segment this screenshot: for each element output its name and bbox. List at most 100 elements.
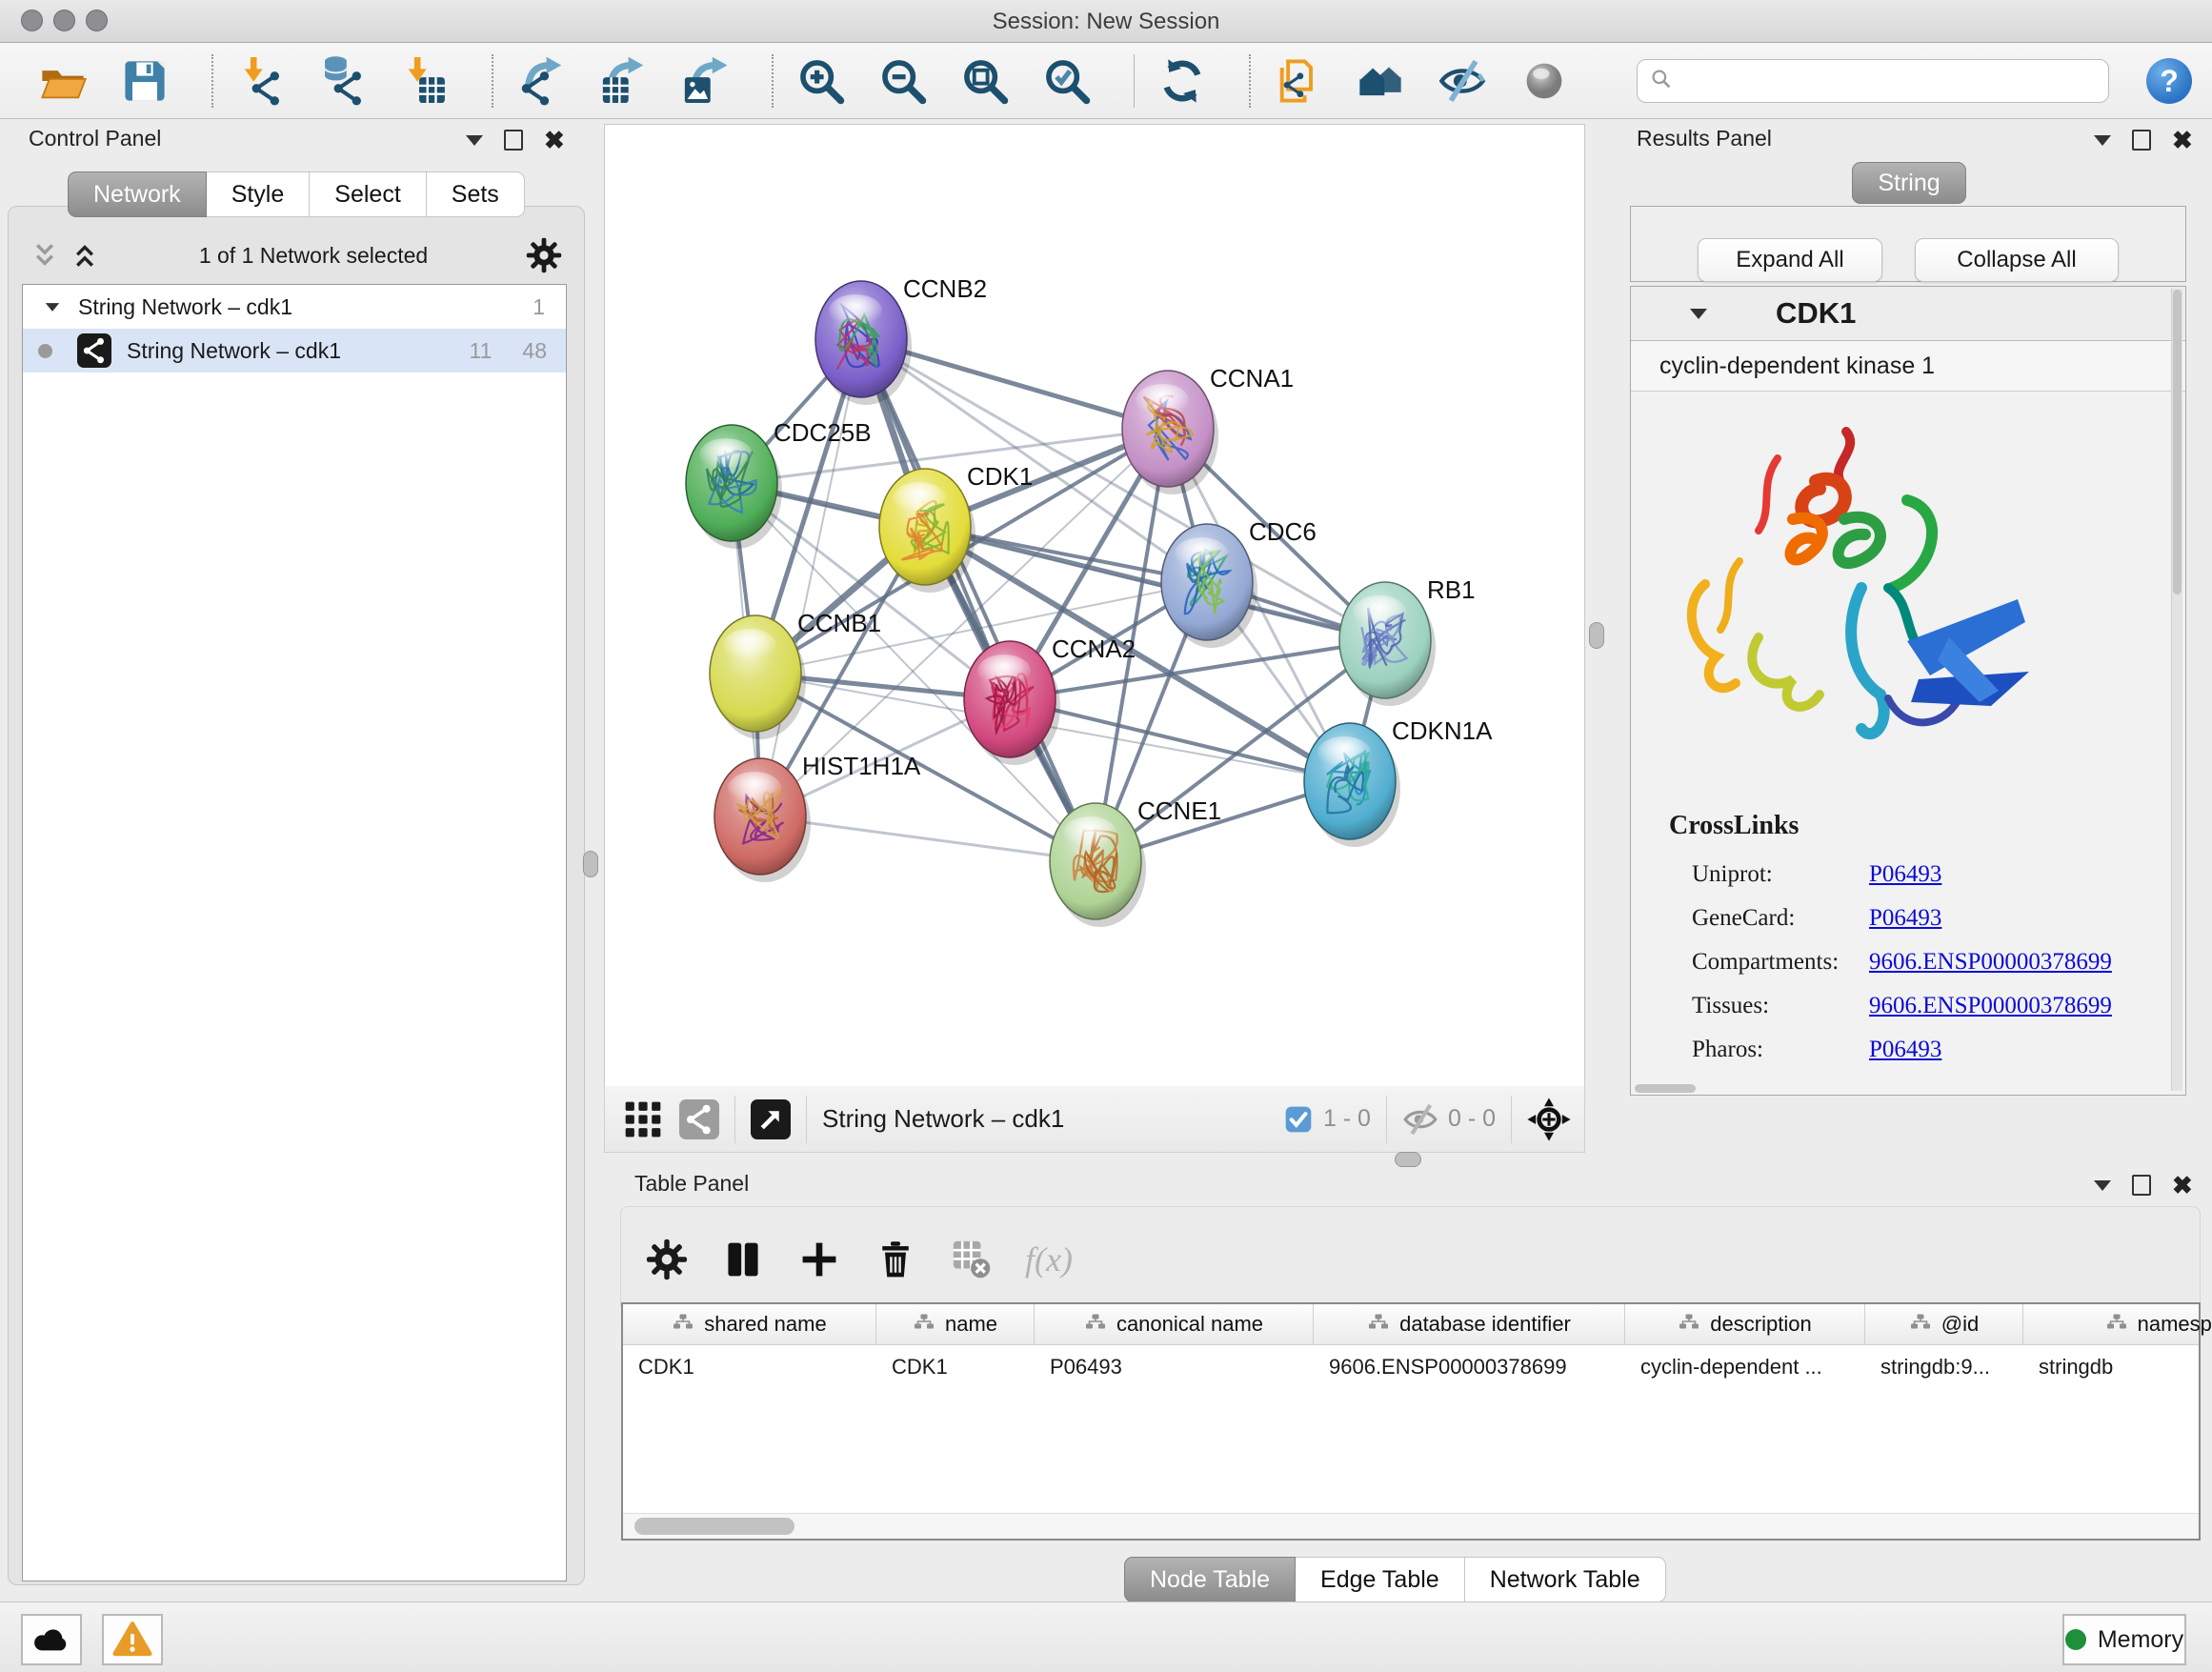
float-panel-icon[interactable]: [2094, 1180, 2111, 1191]
splitter-handle-horizontal[interactable]: [1395, 1152, 1421, 1167]
crosslink-link[interactable]: P06493: [1869, 1037, 1941, 1063]
import-table-from-file-button[interactable]: [396, 52, 453, 110]
tab-network-table[interactable]: Network Table: [1465, 1557, 1666, 1602]
column-header-description[interactable]: description: [1625, 1304, 1865, 1344]
hidden-eye-icon[interactable]: [1402, 1101, 1438, 1138]
add-column-icon[interactable]: [796, 1237, 842, 1282]
tab-network[interactable]: Network: [68, 171, 207, 217]
zoom-in-button[interactable]: [793, 52, 850, 110]
refresh-layout-button[interactable]: [1154, 52, 1211, 110]
zoom-selected-button[interactable]: [1038, 52, 1096, 110]
tree-expand-icon[interactable]: [46, 303, 59, 312]
network-row-selected[interactable]: String Network – cdk1 11 48: [23, 329, 566, 373]
network-node-HIST1H1A[interactable]: HIST1H1A: [714, 752, 921, 882]
close-panel-icon[interactable]: ✖: [2172, 131, 2193, 150]
crosslink-link[interactable]: 9606.ENSP00000378699: [1869, 993, 2112, 1019]
table-cell[interactable]: CDK1: [623, 1345, 876, 1380]
column-header-namespace[interactable]: namespace: [2023, 1304, 2212, 1344]
export-network-button[interactable]: [513, 52, 570, 110]
memory-button[interactable]: Memory: [2062, 1614, 2186, 1665]
tab-edge-table[interactable]: Edge Table: [1296, 1557, 1465, 1602]
show-columns-icon[interactable]: [720, 1237, 766, 1282]
table-cell[interactable]: cyclin-dependent ...: [1625, 1345, 1865, 1380]
table-cell[interactable]: P06493: [1035, 1345, 1314, 1380]
gear-icon[interactable]: [526, 237, 562, 273]
maximize-panel-icon[interactable]: [504, 130, 523, 151]
collapse-all-icon[interactable]: [29, 239, 61, 272]
crosslink-link[interactable]: P06493: [1869, 905, 1941, 932]
export-table-button[interactable]: [594, 52, 652, 110]
network-node-CCNB1[interactable]: CCNB1: [710, 609, 881, 739]
network-node-CDC25B[interactable]: CDC25B: [686, 418, 872, 549]
cloud-button[interactable]: [21, 1614, 82, 1665]
table-cell[interactable]: 9606.ENSP00000378699: [1314, 1345, 1625, 1380]
fit-selected-icon[interactable]: [1527, 1098, 1571, 1141]
network-node-CDC6[interactable]: CDC6: [1161, 517, 1317, 648]
column-header-database-identifier[interactable]: database identifier: [1314, 1304, 1625, 1344]
splitter-handle-right[interactable]: [1589, 622, 1604, 649]
results-scrollbar[interactable]: [2171, 289, 2182, 1091]
tab-select[interactable]: Select: [310, 171, 426, 217]
network-node-CDKN1A[interactable]: CDKN1A: [1304, 716, 1493, 847]
birds-eye-grid-icon[interactable]: [622, 1098, 664, 1140]
float-panel-icon[interactable]: [2094, 135, 2111, 146]
network-node-CCNA1[interactable]: CCNA1: [1122, 364, 1294, 494]
save-session-button[interactable]: [116, 52, 173, 110]
help-button[interactable]: ?: [2146, 58, 2192, 104]
zoom-fit-content-button[interactable]: [956, 52, 1014, 110]
delete-column-icon[interactable]: [873, 1237, 918, 1282]
tab-node-table[interactable]: Node Table: [1124, 1557, 1296, 1602]
results-hscrollbar[interactable]: [1635, 1084, 1696, 1093]
copy-share-document-button[interactable]: [1270, 52, 1327, 110]
collapse-all-button[interactable]: Collapse All: [1915, 238, 2119, 282]
collapse-section-icon[interactable]: [1690, 309, 1707, 319]
import-network-from-database-button[interactable]: [314, 52, 372, 110]
crosslink-link[interactable]: 9606.ENSP00000378699: [1869, 949, 2112, 976]
network-share-icon[interactable]: [679, 1099, 719, 1139]
show-hidden-sphere-button[interactable]: [1516, 52, 1573, 110]
table-cell[interactable]: CDK1: [876, 1345, 1035, 1380]
splitter-handle-left[interactable]: [583, 851, 598, 877]
table-cell[interactable]: stringdb:9...: [1865, 1345, 2023, 1380]
first-neighbors-button[interactable]: [1352, 52, 1409, 110]
network-edge[interactable]: [861, 339, 1096, 861]
network-graph[interactable]: CCNB2 CCNA1 CDC25B CDK1 CDC6 RB1 CCNB1 C…: [605, 125, 1584, 1087]
expand-all-icon[interactable]: [69, 239, 101, 272]
tab-sets[interactable]: Sets: [427, 171, 525, 217]
open-session-button[interactable]: [34, 52, 91, 110]
close-panel-icon[interactable]: ✖: [544, 131, 565, 150]
network-node-CCNE1[interactable]: CCNE1: [1050, 796, 1221, 927]
column-header-canonical-name[interactable]: canonical name: [1035, 1304, 1314, 1344]
float-panel-icon[interactable]: [466, 135, 483, 146]
crosslink-label: Uniprot:: [1692, 861, 1869, 888]
network-node-RB1[interactable]: RB1: [1339, 575, 1476, 706]
table-gear-icon[interactable]: [644, 1237, 690, 1282]
column-header-name[interactable]: name: [876, 1304, 1035, 1344]
network-node-CCNA2[interactable]: CCNA2: [964, 635, 1136, 765]
zoom-out-button[interactable]: [875, 52, 932, 110]
network-canvas[interactable]: CCNB2 CCNA1 CDC25B CDK1 CDC6 RB1 CCNB1 C…: [604, 124, 1585, 1088]
network-node-CDK1[interactable]: CDK1: [879, 462, 1033, 593]
hide-selection-button[interactable]: [1434, 52, 1491, 110]
tab-string[interactable]: String: [1852, 162, 1966, 204]
column-header-shared-name[interactable]: shared name: [623, 1304, 876, 1344]
tab-style[interactable]: Style: [207, 171, 311, 217]
table-hscrollbar[interactable]: [623, 1513, 2199, 1539]
expand-all-button[interactable]: Expand All: [1698, 238, 1882, 282]
network-node-CCNB2[interactable]: CCNB2: [815, 274, 987, 405]
maximize-panel-icon[interactable]: [2132, 1175, 2151, 1196]
column-header-@id[interactable]: @id: [1865, 1304, 2023, 1344]
search-box[interactable]: [1637, 59, 2109, 103]
close-panel-icon[interactable]: ✖: [2172, 1176, 2193, 1195]
crosslink-link[interactable]: P06493: [1869, 861, 1941, 888]
gene-section-header[interactable]: CDK1: [1631, 287, 2185, 341]
warnings-button[interactable]: [102, 1614, 163, 1665]
network-edge[interactable]: [760, 339, 861, 816]
open-external-icon[interactable]: [751, 1099, 791, 1139]
network-collection-row[interactable]: String Network – cdk1 1: [23, 285, 566, 329]
export-image-button[interactable]: [676, 52, 734, 110]
selected-checkbox-icon[interactable]: [1283, 1104, 1314, 1135]
maximize-panel-icon[interactable]: [2132, 130, 2151, 151]
import-network-from-file-button[interactable]: [232, 52, 290, 110]
table-cell[interactable]: stringdb: [2023, 1345, 2212, 1380]
